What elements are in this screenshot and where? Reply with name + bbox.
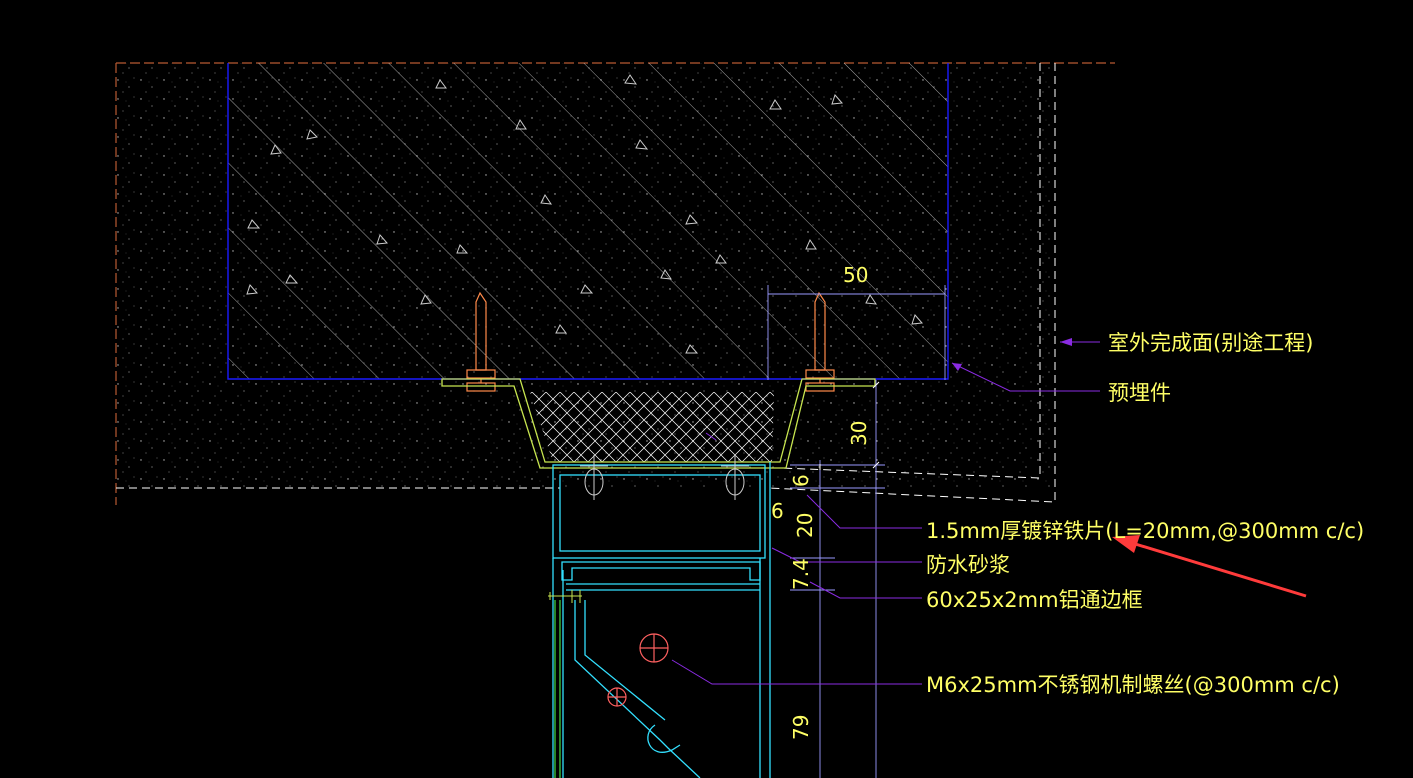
aluminum-frame [552,462,771,778]
dim-79: 79 [789,715,813,740]
dim-6: 6 [771,499,784,523]
label-embedded-part: 预埋件 [1108,381,1171,405]
green-mullion [554,600,561,778]
machine-screw [607,633,669,707]
cad-detail-drawing: 50 30 6 6 20 7.4 79 室外完成面(别途工程) 预埋件 1.5m… [115,62,1364,778]
label-aluminum-frame: 60x25x2mm铝通边框 [926,588,1143,612]
label-finish-face: 室外完成面(别途工程) [1108,331,1313,355]
label-waterproof-mortar: 防水砂浆 [926,553,1010,577]
label-screw: M6x25mm不锈钢机制螺丝(@300mm c/c) [926,673,1340,697]
label-galvanized-plate: 1.5mm厚镀锌铁片(L=20mm,@300mm c/c) [926,519,1364,543]
red-arrow-annotation [1112,535,1307,598]
dim-20: 20 [793,513,817,538]
dim-50: 50 [843,263,868,287]
dim-6-top: 6 [789,474,813,487]
dim-30: 30 [847,421,871,446]
concrete-block [227,63,949,380]
dim-7-4: 7.4 [789,558,813,590]
